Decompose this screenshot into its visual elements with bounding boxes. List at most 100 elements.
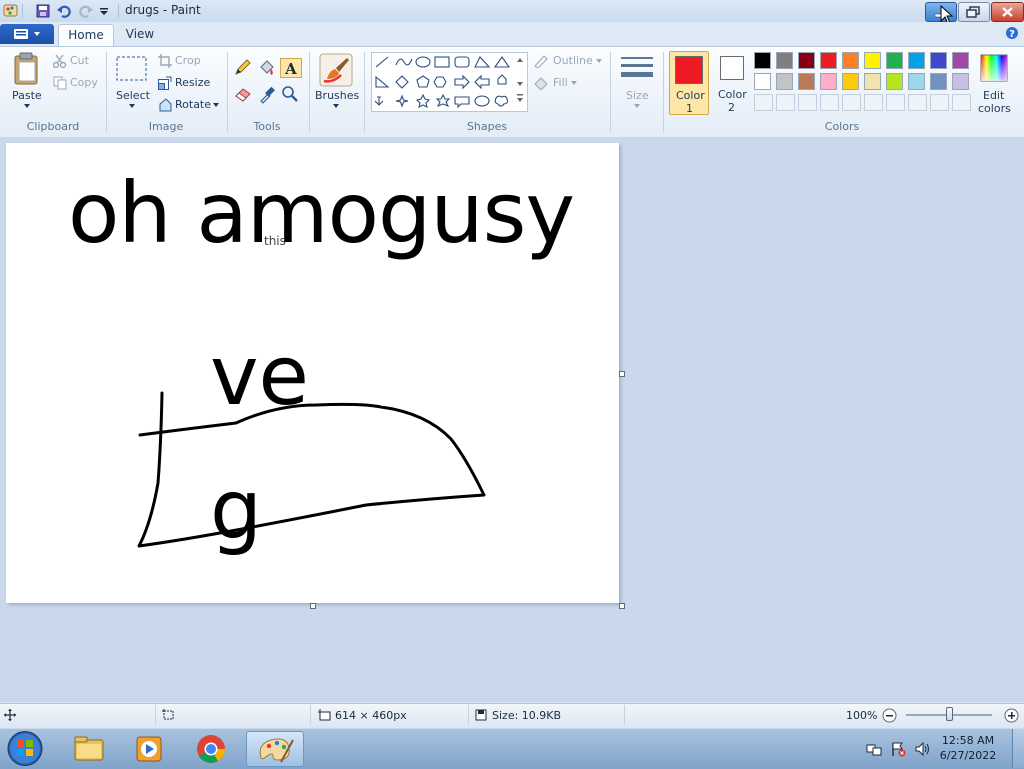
chevron-down-icon [24, 104, 30, 108]
color1-button[interactable]: Color 1 [669, 51, 709, 115]
color2-number: 2 [728, 101, 735, 114]
palette-custom-slot[interactable] [886, 94, 905, 111]
clipboard-icon [12, 52, 42, 86]
color2-button[interactable]: Color 2 [713, 51, 751, 115]
svg-text:?: ? [1009, 29, 1015, 40]
paint-app-icon[interactable] [3, 3, 19, 19]
close-button[interactable] [991, 2, 1024, 22]
shapes-gallery[interactable] [371, 52, 528, 112]
palette-swatch[interactable] [930, 52, 947, 69]
palette-custom-slot[interactable] [952, 94, 971, 111]
start-button[interactable] [4, 729, 46, 768]
brushes-button[interactable]: Brushes [313, 52, 359, 114]
crop-icon [158, 54, 172, 68]
palette-custom-slot[interactable] [820, 94, 839, 111]
palette-swatch[interactable] [842, 73, 859, 90]
text-tool-icon[interactable]: A [280, 58, 302, 78]
chevron-down-icon [129, 104, 135, 108]
action-center-flag-icon[interactable] [890, 741, 906, 757]
palette-swatch[interactable] [952, 52, 969, 69]
tab-view[interactable]: View [118, 24, 162, 45]
size-button[interactable]: Size [617, 52, 657, 114]
palette-swatch[interactable] [820, 52, 837, 69]
magnifier-icon[interactable] [280, 84, 300, 104]
palette-swatch[interactable] [842, 52, 859, 69]
paste-label: Paste [12, 89, 42, 102]
color-picker-icon[interactable] [257, 84, 277, 104]
tab-home[interactable]: Home [58, 24, 114, 46]
palette-custom-slot[interactable] [908, 94, 927, 111]
palette-swatch[interactable] [864, 73, 881, 90]
select-rectangle-icon [116, 56, 148, 82]
network-icon[interactable] [866, 741, 882, 757]
canvas-resize-handle-bottom[interactable] [310, 603, 316, 609]
palette-swatch[interactable] [776, 52, 793, 69]
palette-swatch[interactable] [776, 73, 793, 90]
chevron-down-icon [213, 103, 219, 107]
shapes-scroll[interactable] [514, 54, 526, 110]
select-label: Select [116, 89, 150, 102]
eraser-icon[interactable] [233, 84, 253, 104]
palette-swatch[interactable] [908, 52, 925, 69]
palette-swatch[interactable] [820, 73, 837, 90]
palette-custom-slot[interactable] [798, 94, 817, 111]
palette-custom-slot[interactable] [864, 94, 883, 111]
image-group-label: Image [148, 120, 184, 133]
taskbar-clock[interactable]: 12:58 AM 6/27/2022 [938, 733, 998, 763]
help-icon[interactable]: ? [1005, 26, 1019, 40]
show-desktop-button[interactable] [1012, 729, 1024, 768]
image-size-icon [318, 709, 331, 721]
clock-time: 12:58 AM [941, 734, 995, 747]
palette-swatch[interactable] [754, 52, 771, 69]
zoom-out-button[interactable] [882, 708, 897, 723]
pencil-icon[interactable] [233, 58, 253, 78]
palette-swatch[interactable] [952, 73, 969, 90]
color1-number: 1 [686, 102, 693, 115]
redo-icon[interactable] [78, 3, 94, 19]
palette-swatch[interactable] [798, 73, 815, 90]
zoom-level: 100% [846, 709, 878, 722]
volume-icon[interactable] [914, 741, 930, 757]
paste-button[interactable]: Paste [8, 52, 46, 112]
palette-swatch[interactable] [754, 73, 771, 90]
tools-group-label: Tools [253, 120, 281, 133]
taskbar-explorer-icon[interactable] [60, 731, 118, 767]
taskbar-chrome-icon[interactable] [182, 731, 240, 767]
edit-colors-button[interactable]: Edit colors [976, 52, 1012, 115]
zoom-slider-thumb[interactable] [946, 707, 953, 721]
customize-quick-access-icon[interactable] [98, 3, 114, 19]
palette-custom-slot[interactable] [754, 94, 773, 111]
brush-icon [319, 53, 353, 87]
fill-bucket-icon[interactable] [257, 58, 277, 78]
palette-custom-slot[interactable] [930, 94, 949, 111]
cursor-position-icon [4, 709, 16, 721]
palette-custom-slot[interactable] [842, 94, 861, 111]
palette-swatch[interactable] [930, 73, 947, 90]
taskbar-media-player-icon[interactable] [120, 731, 178, 767]
undo-icon[interactable] [56, 3, 72, 19]
palette-swatch[interactable] [886, 73, 903, 90]
size-label: Size [626, 89, 649, 102]
canvas-resize-handle-corner[interactable] [619, 603, 625, 609]
crop-label: Crop [175, 54, 201, 67]
zoom-in-button[interactable] [1004, 708, 1019, 723]
select-button[interactable]: Select [114, 52, 150, 112]
scissors-icon [53, 54, 67, 68]
restore-button[interactable] [958, 2, 990, 22]
canvas-text-heading: oh amogusy [68, 164, 575, 262]
palette-swatch[interactable] [886, 52, 903, 69]
palette-swatch[interactable] [864, 52, 881, 69]
color-spectrum-icon [980, 54, 1008, 82]
edit-colors-label2: colors [978, 102, 1011, 115]
paint-menu-button[interactable] [0, 24, 54, 44]
palette-swatch[interactable] [908, 73, 925, 90]
canvas-resize-handle-right[interactable] [619, 371, 625, 377]
color1-swatch [675, 56, 703, 84]
drawing-canvas[interactable]: oh amogusy this ve g [6, 143, 619, 603]
palette-custom-slot[interactable] [776, 94, 795, 111]
copy-icon [53, 76, 67, 90]
chevron-down-icon [571, 81, 577, 85]
taskbar-paint-icon[interactable] [246, 731, 304, 767]
save-icon[interactable] [35, 3, 51, 19]
palette-swatch[interactable] [798, 52, 815, 69]
